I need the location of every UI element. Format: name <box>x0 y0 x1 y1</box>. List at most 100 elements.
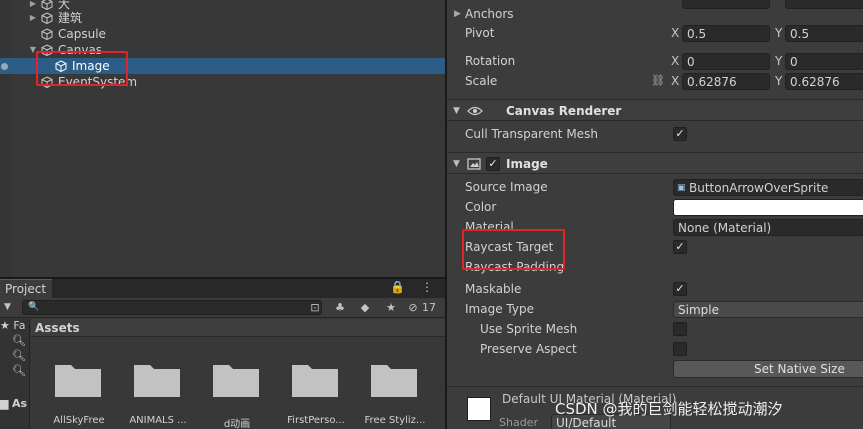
image-component-title: Image <box>506 157 548 171</box>
preserve-aspect-row: Preserve Aspect <box>447 339 863 359</box>
pivot-x-axis: X <box>671 26 680 40</box>
favorites-row[interactable]: ★ Fa <box>0 319 25 333</box>
scale-y-field[interactable]: 0.62876 <box>785 73 863 90</box>
hierarchy-item-capsule[interactable]: Capsule <box>0 26 445 42</box>
favorite-search-icon[interactable]: 🔍︎ <box>12 334 26 348</box>
source-image-label: Source Image <box>465 180 548 194</box>
rotation-label: Rotation <box>465 54 516 68</box>
filter-by-label-icon[interactable]: ◆ <box>355 300 375 316</box>
fold-arrow-icon[interactable]: ▼ <box>453 153 460 175</box>
scale-y-axis: Y <box>775 74 783 88</box>
maskable-label: Maskable <box>465 282 522 296</box>
scale-row: Scale ⛓ X 0.62876 Y 0.62876 <box>447 71 863 91</box>
favorite-star-icon[interactable]: ★ <box>381 300 401 316</box>
asset-folder[interactable]: ANIMALS ... <box>123 359 193 429</box>
filter-by-type-icon[interactable]: ♣ <box>330 300 350 316</box>
image-type-label: Image Type <box>465 302 534 316</box>
anchors-row[interactable]: ▶ Anchors <box>447 4 863 24</box>
image-component-header[interactable]: ▼ ✓ Image <box>447 152 863 174</box>
pivot-y-field[interactable]: 0.5 <box>785 25 863 42</box>
favorite-search-icon[interactable]: 🔍︎ <box>12 364 26 378</box>
pivot-row: Pivot X 0.5 Y 0.5 <box>447 23 863 43</box>
asset-name: d动画 <box>223 419 251 429</box>
section-divider <box>447 386 863 387</box>
asset-name: ANIMALS ... <box>129 415 187 426</box>
inspector-panel: ▶ Anchors Pivot X 0.5 Y 0.5 Rotation X 0… <box>447 0 863 429</box>
lock-menu-icons[interactable]: 🔒 ⋮ <box>390 280 439 294</box>
assets-root-row[interactable]: ▆ As <box>0 397 27 411</box>
canvas-renderer-header[interactable]: ▼ Canvas Renderer <box>447 99 863 121</box>
favorite-search-icon[interactable]: 🔍︎ <box>12 349 26 363</box>
rotation-y-field[interactable]: 0 <box>785 53 863 70</box>
asset-name: AllSkyFree <box>53 415 105 426</box>
canvas-renderer-title: Canvas Renderer <box>506 104 622 118</box>
hierarchy-item-label: 建筑 <box>58 11 83 25</box>
rotation-x-field[interactable]: 0 <box>682 53 770 70</box>
folder-icon <box>292 365 338 397</box>
shader-label: Shader <box>499 416 538 429</box>
image-type-row: Image Type Simple <box>447 299 863 319</box>
raycast-target-checkbox[interactable]: ✓ <box>673 240 687 254</box>
folder-icon <box>213 365 259 397</box>
source-image-field[interactable]: ▣ ButtonArrowOverSprite <box>673 179 863 196</box>
constrain-proportions-icon[interactable]: ⛓ <box>651 71 665 91</box>
use-sprite-mesh-checkbox[interactable] <box>673 322 687 336</box>
assets-breadcrumb[interactable]: Assets <box>31 319 445 337</box>
anchors-fold-icon[interactable]: ▶ <box>454 4 461 24</box>
asset-folder[interactable]: AllSkyFree <box>44 359 114 429</box>
image-enabled-checkbox[interactable]: ✓ <box>486 157 500 171</box>
use-sprite-mesh-row: Use Sprite Mesh <box>447 319 863 339</box>
asset-folder[interactable]: d动画 <box>202 359 272 429</box>
hidden-packages-icon[interactable]: ⊘ <box>406 300 420 316</box>
search-input[interactable]: 🔍 <box>22 300 322 315</box>
hierarchy-panel: ▶ 大 ▶ 建筑 Capsule ▼ Canvas Image EventSys… <box>0 0 445 277</box>
fold-arrow-icon[interactable]: ▼ <box>453 100 460 122</box>
material-preview-swatch[interactable] <box>467 397 491 421</box>
gameobject-cube-icon <box>41 28 53 40</box>
visibility-icon[interactable] <box>0 62 9 71</box>
expand-arrow-icon[interactable]: ▶ <box>28 10 38 26</box>
preserve-aspect-checkbox[interactable] <box>673 342 687 356</box>
project-panel: Project 🔒 ⋮ ▼ 🔍 ⊡ ♣ ◆ ★ ⊘ 17 ★ Fa 🔍︎ 🔍︎ … <box>0 279 445 429</box>
cull-transparent-label: Cull Transparent Mesh <box>465 127 598 141</box>
scale-x-field[interactable]: 0.62876 <box>682 73 770 90</box>
source-image-value: ButtonArrowOverSprite <box>689 181 829 195</box>
rotation-x-axis: X <box>671 54 680 68</box>
gameobject-cube-icon <box>41 0 53 10</box>
project-folder-tree: ★ Fa 🔍︎ 🔍︎ 🔍︎ ▆ As <box>0 319 30 429</box>
scale-label: Scale <box>465 74 498 88</box>
scale-x-axis: X <box>671 74 680 88</box>
cull-transparent-checkbox[interactable]: ✓ <box>673 127 687 141</box>
annotation-box-hierarchy <box>36 51 128 86</box>
color-swatch[interactable] <box>673 199 863 216</box>
favorites-star-icon: ★ <box>0 319 10 332</box>
pivot-x-field[interactable]: 0.5 <box>682 25 770 42</box>
favorites-label: Fa <box>13 319 26 332</box>
folder-icon <box>371 365 417 397</box>
hierarchy-item-jianzhu[interactable]: ▶ 建筑 <box>0 10 445 26</box>
asset-name: FirstPerso... <box>287 415 345 426</box>
create-dropdown-icon[interactable]: ▼ <box>4 302 11 312</box>
maskable-row: Maskable ✓ <box>447 279 863 299</box>
asset-folder[interactable]: Free Styliz... <box>360 359 430 429</box>
sprite-icon: ▣ <box>677 183 686 193</box>
rotation-y-axis: Y <box>775 54 783 68</box>
asset-folder[interactable]: FirstPerso... <box>281 359 351 429</box>
image-type-dropdown[interactable]: Simple <box>673 301 863 318</box>
source-image-row: Source Image ▣ ButtonArrowOverSprite <box>447 177 863 197</box>
color-row: Color <box>447 197 863 217</box>
preserve-aspect-label: Preserve Aspect <box>480 342 577 356</box>
asset-name: Free Styliz... <box>364 415 426 426</box>
search-icon: 🔍 <box>28 302 40 312</box>
folder-icon: ▆ <box>0 397 9 410</box>
rotation-row: Rotation X 0 Y 0 <box>447 51 863 71</box>
gameobject-cube-icon <box>41 12 53 24</box>
annotation-box-raycast <box>462 229 565 270</box>
set-native-size-button[interactable]: Set Native Size <box>673 360 863 378</box>
hierarchy-item-label: Capsule <box>58 27 106 41</box>
tab-project[interactable]: Project <box>0 279 52 298</box>
csdn-watermark: CSDN @我的巨剑能轻松搅动潮汐 <box>555 400 783 418</box>
search-by-type-icon[interactable]: ⊡ <box>305 300 325 316</box>
maskable-checkbox[interactable]: ✓ <box>673 282 687 296</box>
material-field[interactable]: None (Material) <box>673 219 863 236</box>
